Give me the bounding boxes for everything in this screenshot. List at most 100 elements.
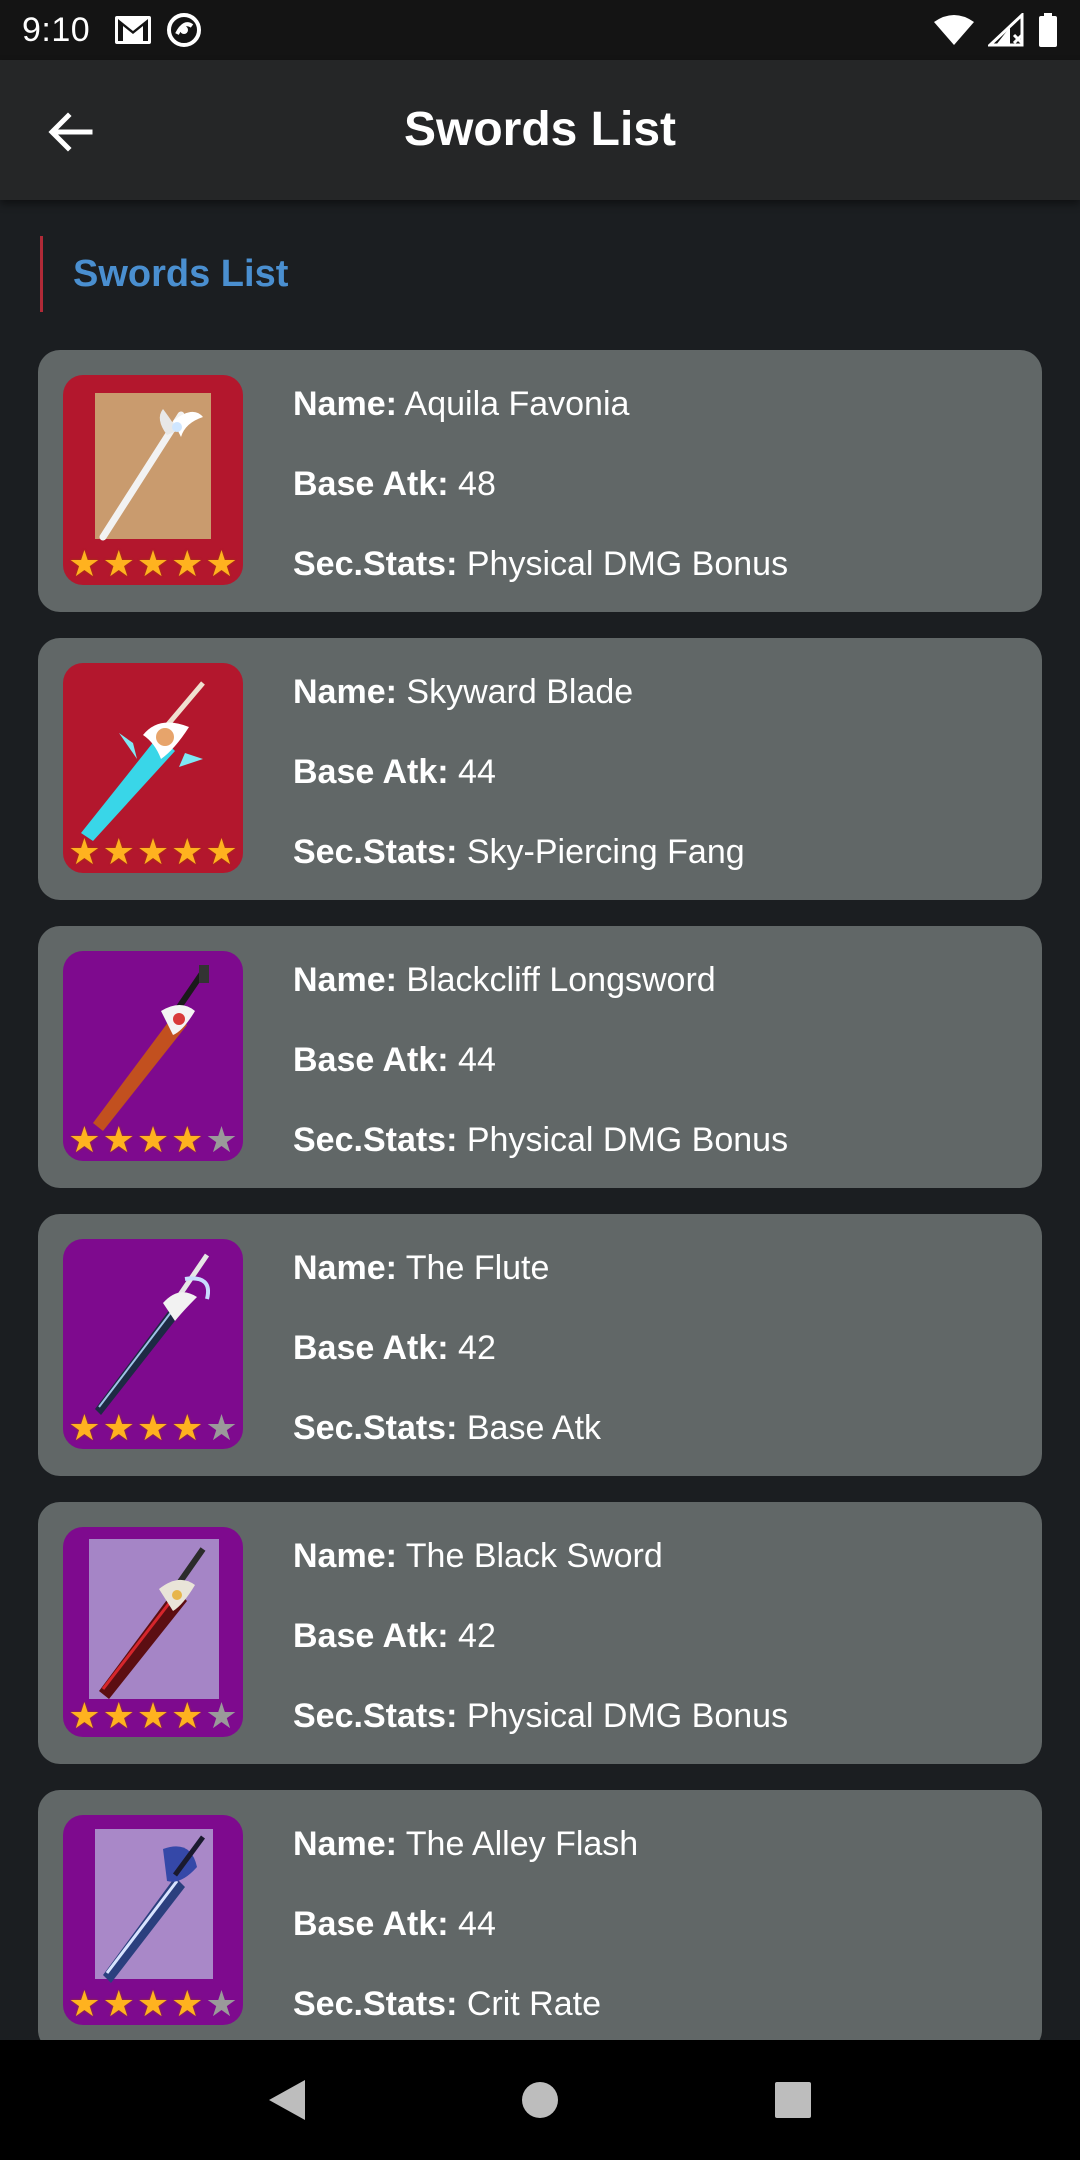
sec-stats-label: Sec.Stats:	[293, 1697, 458, 1735]
sword-atk-row: Base Atk: 42	[293, 1322, 601, 1402]
sword-card[interactable]: ★ ★ ★ ★ ★ Name: The Black Sword Base Atk…	[38, 1502, 1042, 1764]
sword-name-row: Name: The Alley Flash	[293, 1818, 638, 1898]
sword-info: Name: Aquila Favonia Base Atk: 48 Sec.St…	[293, 378, 788, 618]
nav-home-button[interactable]	[500, 2060, 580, 2140]
name-label: Name:	[293, 385, 397, 423]
sword-thumbnail: ★ ★ ★ ★ ★	[63, 1815, 243, 2025]
base-atk-label: Base Atk:	[293, 1329, 449, 1367]
sword-base-atk: 42	[458, 1329, 496, 1367]
star-icon: ★	[68, 1407, 101, 1448]
sword-sec-stats: Physical DMG Bonus	[466, 545, 789, 583]
star-icon: ★	[136, 1119, 170, 1160]
sword-base-atk: 42	[458, 1617, 496, 1655]
sword-stats-row: Sec.Stats: Physical DMG Bonus	[293, 538, 788, 618]
star-icon: ★	[171, 831, 204, 872]
sword-thumbnail: ★ ★ ★ ★ ★	[63, 951, 243, 1161]
battery-icon	[1039, 13, 1057, 47]
sword-info: Name: Blackcliff Longsword Base Atk: 44 …	[293, 954, 788, 1194]
square-recents-icon	[775, 2082, 812, 2118]
star-icon: ★	[68, 1983, 101, 2024]
sword-name-row: Name: Skyward Blade	[293, 666, 745, 746]
rarity-stars: ★ ★ ★ ★ ★	[63, 1985, 243, 2023]
name-label: Name:	[293, 961, 397, 999]
sword-atk-row: Base Atk: 48	[293, 458, 788, 538]
star-icon: ★	[102, 1695, 135, 1736]
name-label: Name:	[293, 1537, 397, 1575]
sword-sec-stats: Base Atk	[466, 1409, 602, 1447]
sword-name: Skyward Blade	[406, 673, 634, 711]
status-bar: 9:10	[0, 0, 1080, 60]
cell-signal-icon	[988, 13, 1024, 47]
sword-stats-row: Sec.Stats: Physical DMG Bonus	[293, 1690, 788, 1770]
page-title: Swords List	[403, 103, 677, 156]
sword-thumbnail: ★ ★ ★ ★ ★	[63, 663, 243, 873]
sword-sec-stats: Crit Rate	[466, 1985, 601, 2023]
sword-atk-row: Base Atk: 44	[293, 1034, 788, 1114]
status-notification-icons	[114, 12, 202, 48]
base-atk-label: Base Atk:	[293, 753, 449, 791]
circle-home-icon	[521, 2082, 558, 2118]
star-icon: ★	[171, 1407, 204, 1448]
sword-base-atk: 44	[458, 1041, 496, 1079]
sec-stats-label: Sec.Stats:	[293, 545, 458, 583]
sword-stats-row: Sec.Stats: Sky-Piercing Fang	[293, 826, 745, 906]
sword-info: Name: The Flute Base Atk: 42 Sec.Stats: …	[293, 1242, 601, 1482]
star-icon: ★	[205, 543, 238, 584]
nav-recents-button[interactable]	[753, 2060, 833, 2140]
star-icon: ★	[102, 1119, 135, 1160]
sword-card[interactable]: ★ ★ ★ ★ ★ Name: The Flute Base Atk: 42 S…	[38, 1214, 1042, 1476]
sword-card[interactable]: ★ ★ ★ ★ ★ Name: Skyward Blade Base Atk: …	[38, 638, 1042, 900]
star-icon: ★	[68, 831, 101, 872]
section-header: Swords List	[40, 236, 288, 312]
sword-name: Aquila Favonia	[404, 385, 630, 423]
nav-back-button[interactable]	[247, 2060, 327, 2140]
star-icon: ★	[102, 1983, 135, 2024]
sword-name: The Flute	[405, 1249, 550, 1287]
base-atk-label: Base Atk:	[293, 1905, 449, 1943]
star-icon: ★	[136, 543, 170, 584]
sec-stats-label: Sec.Stats:	[293, 1121, 458, 1159]
rarity-stars: ★ ★ ★ ★ ★	[63, 545, 243, 583]
sword-card[interactable]: ★ ★ ★ ★ ★ Name: Blackcliff Longsword Bas…	[38, 926, 1042, 1188]
sword-atk-row: Base Atk: 42	[293, 1610, 788, 1690]
star-icon: ★	[171, 1983, 204, 2024]
sword-sec-stats: Physical DMG Bonus	[466, 1697, 789, 1735]
rarity-stars: ★ ★ ★ ★ ★	[63, 1409, 243, 1447]
star-icon: ★	[68, 1695, 101, 1736]
star-icon: ★	[68, 543, 101, 584]
sword-thumbnail: ★ ★ ★ ★ ★	[63, 1527, 243, 1737]
status-time: 9:10	[22, 10, 91, 49]
sword-name: The Alley Flash	[405, 1825, 639, 1863]
sword-info: Name: The Alley Flash Base Atk: 44 Sec.S…	[293, 1818, 638, 2058]
star-icon: ★	[136, 1983, 170, 2024]
section-title: Swords List	[73, 252, 289, 295]
base-atk-label: Base Atk:	[293, 465, 449, 503]
system-nav-bar	[0, 2040, 1080, 2160]
sword-card[interactable]: ★ ★ ★ ★ ★ Name: Aquila Favonia Base Atk:…	[38, 350, 1042, 612]
sword-info: Name: Skyward Blade Base Atk: 44 Sec.Sta…	[293, 666, 745, 906]
sword-name-row: Name: Aquila Favonia	[293, 378, 788, 458]
sword-stats-row: Sec.Stats: Physical DMG Bonus	[293, 1114, 788, 1194]
name-label: Name:	[293, 1825, 397, 1863]
star-icon: ★	[205, 1407, 238, 1448]
sec-stats-label: Sec.Stats:	[293, 833, 458, 871]
star-icon: ★	[102, 1407, 135, 1448]
star-icon: ★	[171, 1119, 204, 1160]
sword-base-atk: 48	[458, 465, 496, 503]
star-icon: ★	[136, 831, 170, 872]
sword-card[interactable]: ★ ★ ★ ★ ★ Name: The Alley Flash Base Atk…	[38, 1790, 1042, 2052]
star-icon: ★	[205, 1983, 238, 2024]
star-icon: ★	[205, 1695, 238, 1736]
base-atk-label: Base Atk:	[293, 1041, 449, 1079]
sec-stats-label: Sec.Stats:	[293, 1409, 458, 1447]
triangle-back-icon	[268, 2080, 305, 2120]
rarity-stars: ★ ★ ★ ★ ★	[63, 833, 243, 871]
sword-base-atk: 44	[458, 1905, 496, 1943]
sword-atk-row: Base Atk: 44	[293, 1898, 638, 1978]
sync-circle-icon	[167, 13, 202, 47]
sword-thumbnail: ★ ★ ★ ★ ★	[63, 375, 243, 585]
base-atk-label: Base Atk:	[293, 1617, 449, 1655]
sword-sec-stats: Sky-Piercing Fang	[466, 833, 745, 871]
sword-name-row: Name: Blackcliff Longsword	[293, 954, 788, 1034]
sword-stats-row: Sec.Stats: Base Atk	[293, 1402, 601, 1482]
